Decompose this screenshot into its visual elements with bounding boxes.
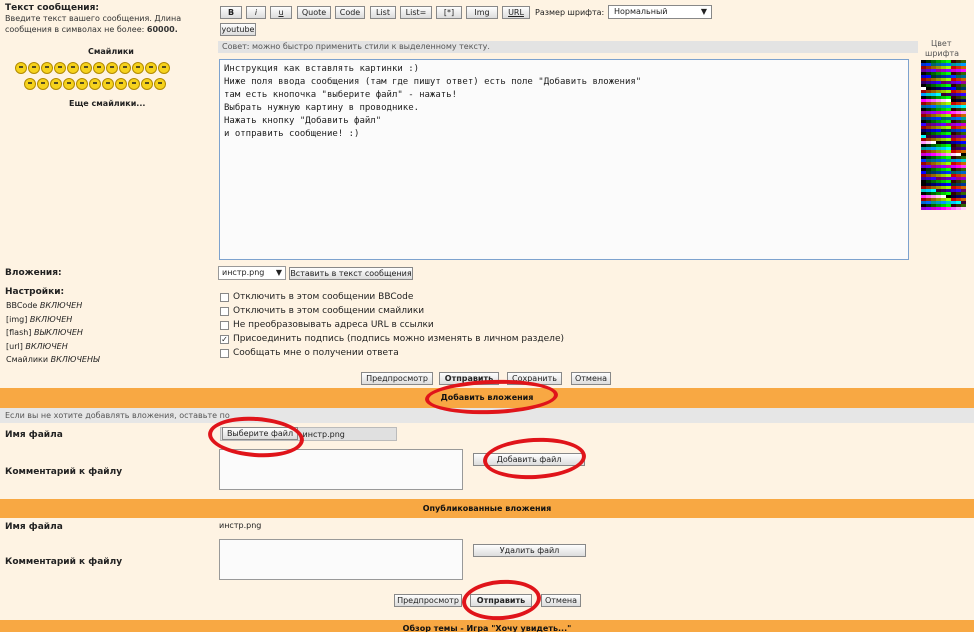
message-line: Ниже поля ввода сообщения (там где пишут… — [224, 77, 642, 87]
file-comment-label: Комментарий к файлу — [5, 467, 123, 477]
disable-bbcode-label: Отключить в этом сообщении BBCode — [233, 292, 414, 302]
youtube-button[interactable]: youtube — [220, 23, 256, 36]
smileys-label: Смайлики — [88, 47, 134, 56]
more-smileys-link[interactable]: Еще смайлики... — [69, 99, 145, 108]
smiley-icon[interactable] — [144, 62, 157, 74]
smiley-icon[interactable] — [101, 78, 114, 90]
settings-status-bbcode: BBCode ВКЛЮЧЕН — [6, 301, 83, 310]
message-hint: Введите текст вашего сообщения. Длина со… — [5, 14, 182, 34]
published-filename-value: инстр.png — [219, 521, 262, 530]
filename-label: Имя файла — [5, 430, 63, 440]
smiley-icon[interactable] — [92, 62, 105, 74]
attachment-select[interactable]: инстр.png ▼ — [218, 266, 286, 280]
smiley-icon[interactable] — [14, 62, 27, 74]
settings-status-smileys: Смайлики ВКЛЮЧЕНЫ — [6, 355, 100, 364]
smiley-icon[interactable] — [114, 78, 127, 90]
notify-reply-checkbox[interactable] — [220, 349, 229, 358]
list-button[interactable]: List — [370, 6, 396, 19]
message-line: и отправить сообщение! :) — [224, 129, 360, 139]
message-line: там есть кнопочка "выберите файл" - нажа… — [224, 90, 457, 100]
published-attachments-header: Опубликованные вложения — [0, 499, 974, 518]
smiley-icon[interactable] — [27, 62, 40, 74]
smiley-icon[interactable] — [127, 78, 140, 90]
notify-reply-label: Сообщать мне о получении ответа — [233, 348, 399, 358]
smiley-icon[interactable] — [36, 78, 49, 90]
insert-into-message-button[interactable]: Вставить в текст сообщения — [289, 267, 413, 280]
preview-button[interactable]: Предпросмотр — [361, 372, 433, 385]
message-label: Текст сообщения: — [5, 3, 99, 13]
smiley-icon[interactable] — [131, 62, 144, 74]
smiley-icon[interactable] — [40, 62, 53, 74]
font-color-label-2: шрифта — [925, 49, 959, 58]
list-eq-button[interactable]: List= — [400, 6, 432, 19]
color-swatch[interactable] — [961, 207, 966, 210]
font-size-label: Размер шрифта: — [535, 8, 605, 17]
annotation-ring-add-file — [481, 435, 588, 482]
disable-bbcode-checkbox[interactable] — [220, 293, 229, 302]
no-url-parse-label: Не преобразовывать адреса URL в ссылки — [233, 320, 434, 330]
img-button[interactable]: Img — [466, 6, 498, 19]
published-comment-label: Комментарий к файлу — [5, 557, 123, 567]
code-button[interactable]: Code — [335, 6, 365, 19]
attachment-select-value: инстр.png — [222, 268, 265, 277]
attachments-label: Вложения: — [5, 268, 62, 278]
disable-smileys-label: Отключить в этом сообщении смайлики — [233, 306, 425, 316]
settings-status-flash: [flash] ВЫКЛЮЧЕН — [6, 328, 83, 337]
settings-status-img: [img] ВКЛЮЧЕН — [6, 314, 73, 324]
smiley-icon[interactable] — [79, 62, 92, 74]
settings-status-url: [url] ВКЛЮЧЕН — [6, 341, 68, 351]
bottom-cancel-button[interactable]: Отмена — [541, 594, 581, 607]
settings-label: Настройки: — [5, 287, 65, 297]
message-line: Выбрать нужную картину в проводнике. — [224, 103, 420, 113]
message-line: Инструкция как вставлять картинки :) — [224, 64, 420, 74]
smiley-icon[interactable] — [62, 78, 75, 90]
chevron-down-icon: ▼ — [700, 7, 707, 16]
published-filename-label: Имя файла — [5, 522, 63, 532]
smiley-icon[interactable] — [140, 78, 153, 90]
smiley-icon[interactable] — [49, 78, 62, 90]
bold-button[interactable]: B — [220, 6, 242, 19]
smiley-icon[interactable] — [157, 62, 170, 74]
annotation-ring-send — [460, 577, 543, 623]
smiley-icon[interactable] — [53, 62, 66, 74]
smiley-icon[interactable] — [88, 78, 101, 90]
cancel-button[interactable]: Отмена — [571, 372, 611, 385]
smiley-icon[interactable] — [105, 62, 118, 74]
font-color-palette[interactable] — [921, 60, 966, 210]
chevron-down-icon: ▼ — [275, 268, 282, 277]
font-size-select[interactable]: Нормальный ▼ — [608, 5, 712, 19]
smiley-grid — [14, 62, 204, 92]
topic-overview-header: Обзор темы - Игра "Хочу увидеть..." — [0, 620, 974, 632]
underline-button[interactable]: u — [270, 6, 292, 19]
font-size-value: Нормальный — [614, 7, 668, 16]
chosen-file-name: инстр.png — [302, 430, 345, 439]
settings-status-list: BBCode ВКЛЮЧЕН [img] ВКЛЮЧЕН [flash] ВЫК… — [6, 299, 100, 367]
smiley-icon[interactable] — [66, 62, 79, 74]
attach-signature-label: Присоединить подпись (подпись можно изме… — [233, 334, 564, 344]
attach-signature-checkbox[interactable]: ✓ — [220, 335, 229, 344]
bottom-preview-button[interactable]: Предпросмотр — [394, 594, 462, 607]
message-textarea[interactable]: Инструкция как вставлять картинки :) Ниже… — [219, 59, 909, 260]
delete-file-button[interactable]: Удалить файл — [473, 544, 586, 557]
smiley-icon[interactable] — [118, 62, 131, 74]
url-button[interactable]: URL — [502, 6, 530, 19]
smiley-icon[interactable] — [23, 78, 36, 90]
no-url-parse-checkbox[interactable] — [220, 321, 229, 330]
font-color-label: Цвет — [931, 39, 952, 48]
quote-button[interactable]: Quote — [297, 6, 331, 19]
tip-bar: Совет: можно быстро применить стили к вы… — [218, 41, 918, 53]
smiley-icon[interactable] — [75, 78, 88, 90]
smiley-icon[interactable] — [153, 78, 166, 90]
list-item-button[interactable]: [*] — [436, 6, 462, 19]
message-text: Инструкция как вставлять картинки :) Ниже… — [224, 63, 904, 141]
italic-button[interactable]: i — [246, 6, 266, 19]
disable-smileys-checkbox[interactable] — [220, 307, 229, 316]
published-comment-textarea[interactable] — [219, 539, 463, 580]
message-line: Нажать кнопку "Добавить файл" — [224, 116, 382, 126]
